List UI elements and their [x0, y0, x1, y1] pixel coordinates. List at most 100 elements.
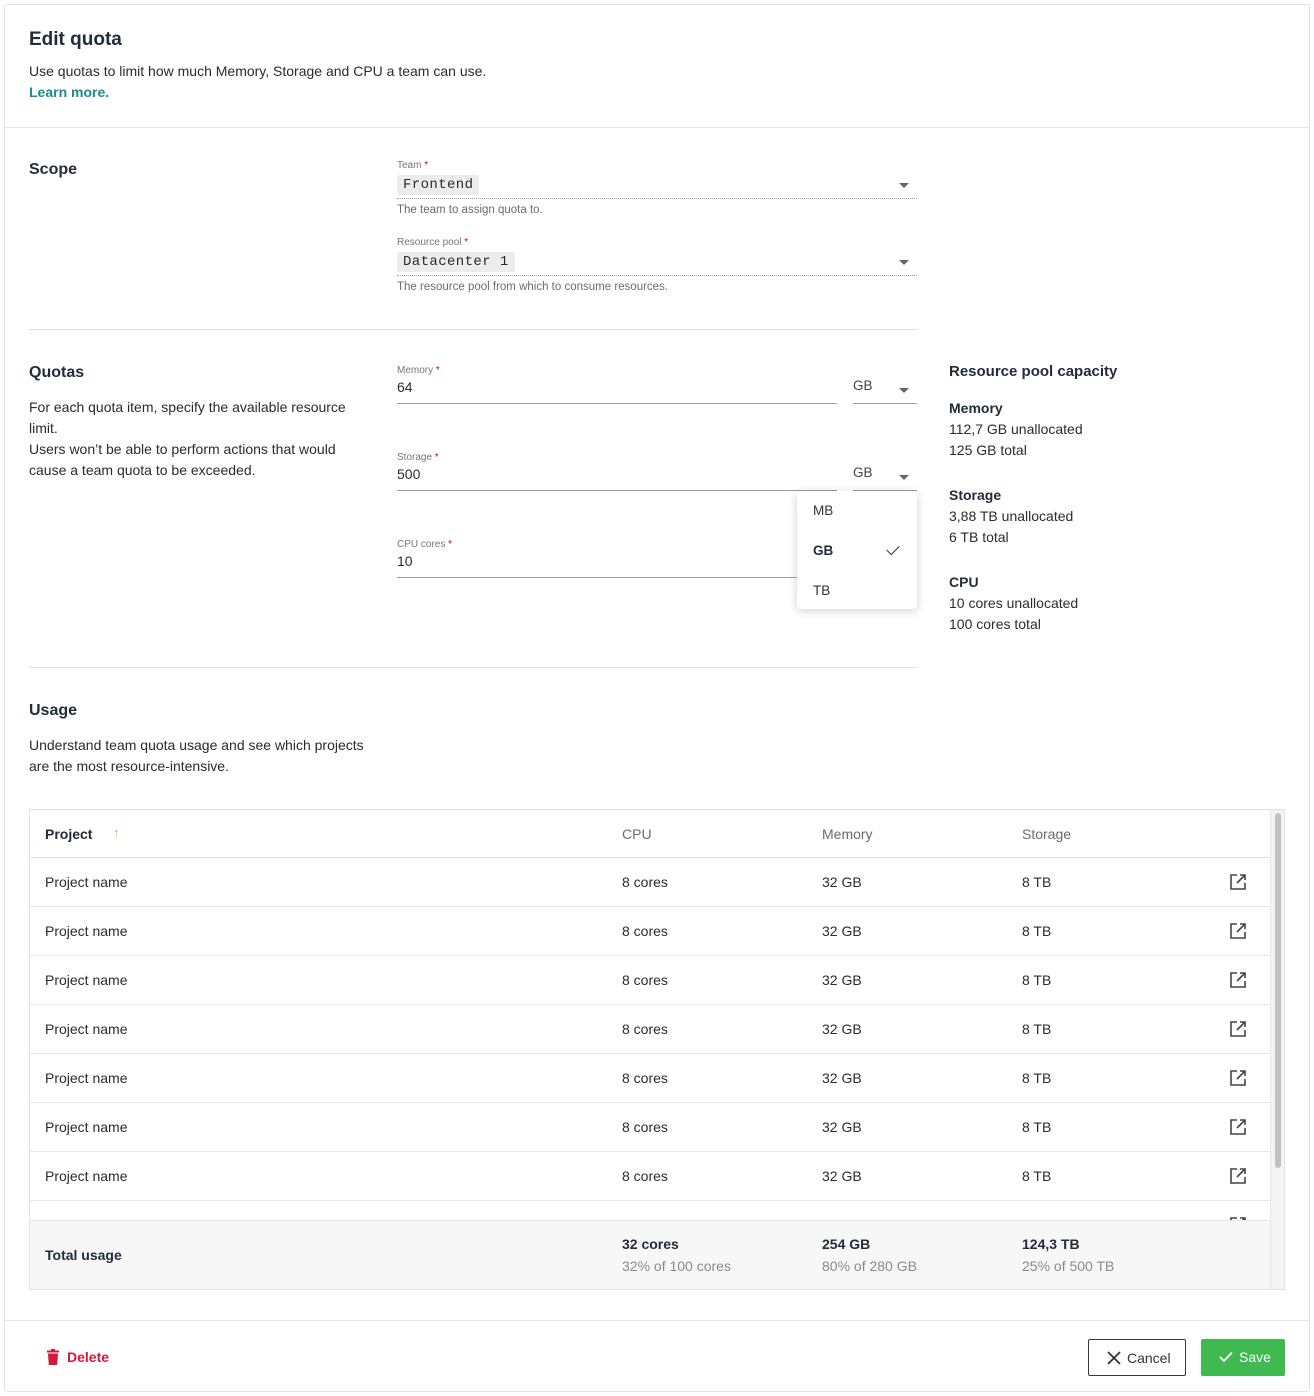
unit-dropdown-menu: MB GB TB	[797, 491, 917, 609]
cell-cpu: 8 cores	[622, 874, 668, 890]
table-row: Project name 8 cores 32 GB 8 TB	[30, 1103, 1270, 1152]
usage-description: Understand team quota usage and see whic…	[29, 737, 364, 774]
cpu-cores-input[interactable]: 10	[397, 552, 797, 578]
unit-option-gb-label: GB	[813, 543, 834, 558]
quotas-description: For each quota item, specify the availab…	[29, 397, 369, 481]
capacity-title: Resource pool capacity	[949, 363, 1118, 380]
capacity-storage-unallocated: 3,88 TB unallocated	[949, 508, 1074, 524]
capacity-storage-heading: Storage	[949, 487, 1002, 503]
chevron-down-icon	[899, 260, 909, 265]
memory-label: Memory *	[397, 365, 440, 376]
unit-option-tb[interactable]: TB	[797, 573, 917, 609]
unit-option-gb[interactable]: GB	[797, 533, 917, 569]
total-memory: 254 GB	[822, 1236, 871, 1252]
capacity-memory: Memory 112,7 GB unallocated 125 GB total	[949, 398, 1083, 461]
open-external-icon[interactable]	[1229, 1020, 1247, 1038]
cell-project: Project name	[45, 923, 128, 939]
cell-memory: 32 GB	[822, 874, 862, 890]
trash-icon	[47, 1349, 59, 1365]
resource-pool-select[interactable]: Datacenter 1	[397, 250, 917, 276]
table-row: Project name 8 cores 32 GB 8 TB	[30, 1152, 1270, 1201]
capacity-cpu: CPU 10 cores unallocated 100 cores total	[949, 572, 1078, 635]
unit-option-mb[interactable]: MB	[797, 493, 917, 529]
usage-table: Project ↑ CPU Memory Storage Project nam…	[29, 809, 1285, 1290]
column-header-memory: Memory	[822, 826, 873, 842]
quotas-description-line: For each quota item, specify the availab…	[29, 399, 346, 436]
storage-label: Storage *	[397, 452, 439, 463]
cell-project: Project name	[45, 1021, 128, 1037]
cell-storage: 8 TB	[1022, 972, 1052, 988]
table-row: Project name 8 cores 32 GB 8 TB	[30, 956, 1270, 1005]
open-external-icon[interactable]	[1229, 1167, 1247, 1185]
table-footer-total: Total usage 32 cores 32% of 100 cores 25…	[30, 1220, 1270, 1289]
cell-cpu: 8 cores	[622, 923, 668, 939]
memory-unit-value: GB	[853, 378, 873, 393]
resource-pool-value: Datacenter 1	[397, 252, 515, 272]
memory-input[interactable]: 64	[397, 378, 837, 404]
cell-memory: 32 GB	[822, 1070, 862, 1086]
chevron-down-icon	[899, 388, 909, 393]
capacity-cpu-heading: CPU	[949, 574, 979, 590]
open-external-icon[interactable]	[1229, 971, 1247, 989]
open-external-icon[interactable]	[1229, 873, 1247, 891]
table-row: Project name 8 cores 32 GB 8 TB	[30, 1005, 1270, 1054]
team-value: Frontend	[397, 175, 480, 195]
cell-cpu: 8 cores	[622, 1021, 668, 1037]
cell-storage: 8 TB	[1022, 923, 1052, 939]
team-label: Team *	[397, 160, 429, 171]
cell-storage: 8 TB	[1022, 1119, 1052, 1135]
resource-pool-label: Resource pool *	[397, 237, 469, 248]
storage-input[interactable]: 500	[397, 465, 837, 491]
scope-section-title: Scope	[29, 161, 78, 178]
open-external-icon[interactable]	[1229, 1118, 1247, 1136]
cancel-button-label: Cancel	[1127, 1350, 1171, 1366]
resource-pool-hint: The resource pool from which to consume …	[397, 281, 669, 293]
table-row: Project name 8 cores 32 GB 8 TB	[30, 1054, 1270, 1103]
team-select[interactable]: Frontend	[397, 173, 917, 199]
total-cpu: 32 cores	[622, 1236, 679, 1252]
capacity-memory-unallocated: 112,7 GB unallocated	[949, 421, 1083, 437]
cell-memory: 32 GB	[822, 1168, 862, 1184]
cell-storage: 8 TB	[1022, 1021, 1052, 1037]
cell-cpu: 8 cores	[622, 1168, 668, 1184]
column-header-storage: Storage	[1022, 826, 1072, 842]
cell-cpu: 8 cores	[622, 1119, 668, 1135]
quotas-section-title: Quotas	[29, 364, 85, 381]
table-row: Project name 8 cores 32 GB 8 TB	[30, 907, 1270, 956]
save-button[interactable]: Save	[1201, 1339, 1285, 1376]
column-header-project[interactable]: Project ↑	[45, 825, 120, 842]
total-cpu-percent: 32% of 100 cores	[622, 1258, 731, 1274]
total-storage-percent: 25% of 500 TB	[1022, 1258, 1115, 1274]
page-header: Edit quota Use quotas to limit how much …	[5, 5, 1309, 128]
chevron-down-icon	[899, 183, 909, 188]
save-button-label: Save	[1239, 1349, 1271, 1365]
capacity-cpu-total: 100 cores total	[949, 616, 1041, 632]
table-header: Project ↑ CPU Memory Storage	[30, 810, 1270, 858]
capacity-storage: Storage 3,88 TB unallocated 6 TB total	[949, 485, 1073, 548]
cancel-button[interactable]: Cancel	[1088, 1339, 1186, 1376]
cell-project: Project name	[45, 1070, 128, 1086]
close-icon	[1107, 1351, 1121, 1365]
capacity-storage-total: 6 TB total	[949, 529, 1009, 545]
page-title: Edit quota	[29, 29, 122, 50]
page-subtitle: Use quotas to limit how much Memory, Sto…	[29, 63, 487, 79]
storage-unit-value: GB	[853, 465, 873, 480]
learn-more-link[interactable]: Learn more.	[29, 84, 109, 100]
storage-unit-select[interactable]: GB	[853, 465, 917, 491]
table-scrollbar[interactable]	[1270, 810, 1284, 1289]
usage-section-title: Usage	[29, 702, 78, 719]
delete-button-label: Delete	[67, 1349, 110, 1365]
cpu-cores-label: CPU cores *	[397, 539, 453, 550]
sort-ascending-icon: ↑	[113, 825, 120, 840]
table-row: Project name 8 cores 32 GB 8 TB	[30, 858, 1270, 907]
cell-project: Project name	[45, 972, 128, 988]
open-external-icon[interactable]	[1229, 922, 1247, 940]
cell-project: Project name	[45, 1168, 128, 1184]
memory-unit-select[interactable]: GB	[853, 378, 917, 404]
team-hint: The team to assign quota to.	[397, 204, 543, 216]
open-external-icon[interactable]	[1229, 1069, 1247, 1087]
cell-memory: 32 GB	[822, 1021, 862, 1037]
cell-cpu: 8 cores	[622, 1070, 668, 1086]
table-scrollbar-thumb[interactable]	[1275, 813, 1281, 1168]
capacity-cpu-unallocated: 10 cores unallocated	[949, 595, 1079, 611]
